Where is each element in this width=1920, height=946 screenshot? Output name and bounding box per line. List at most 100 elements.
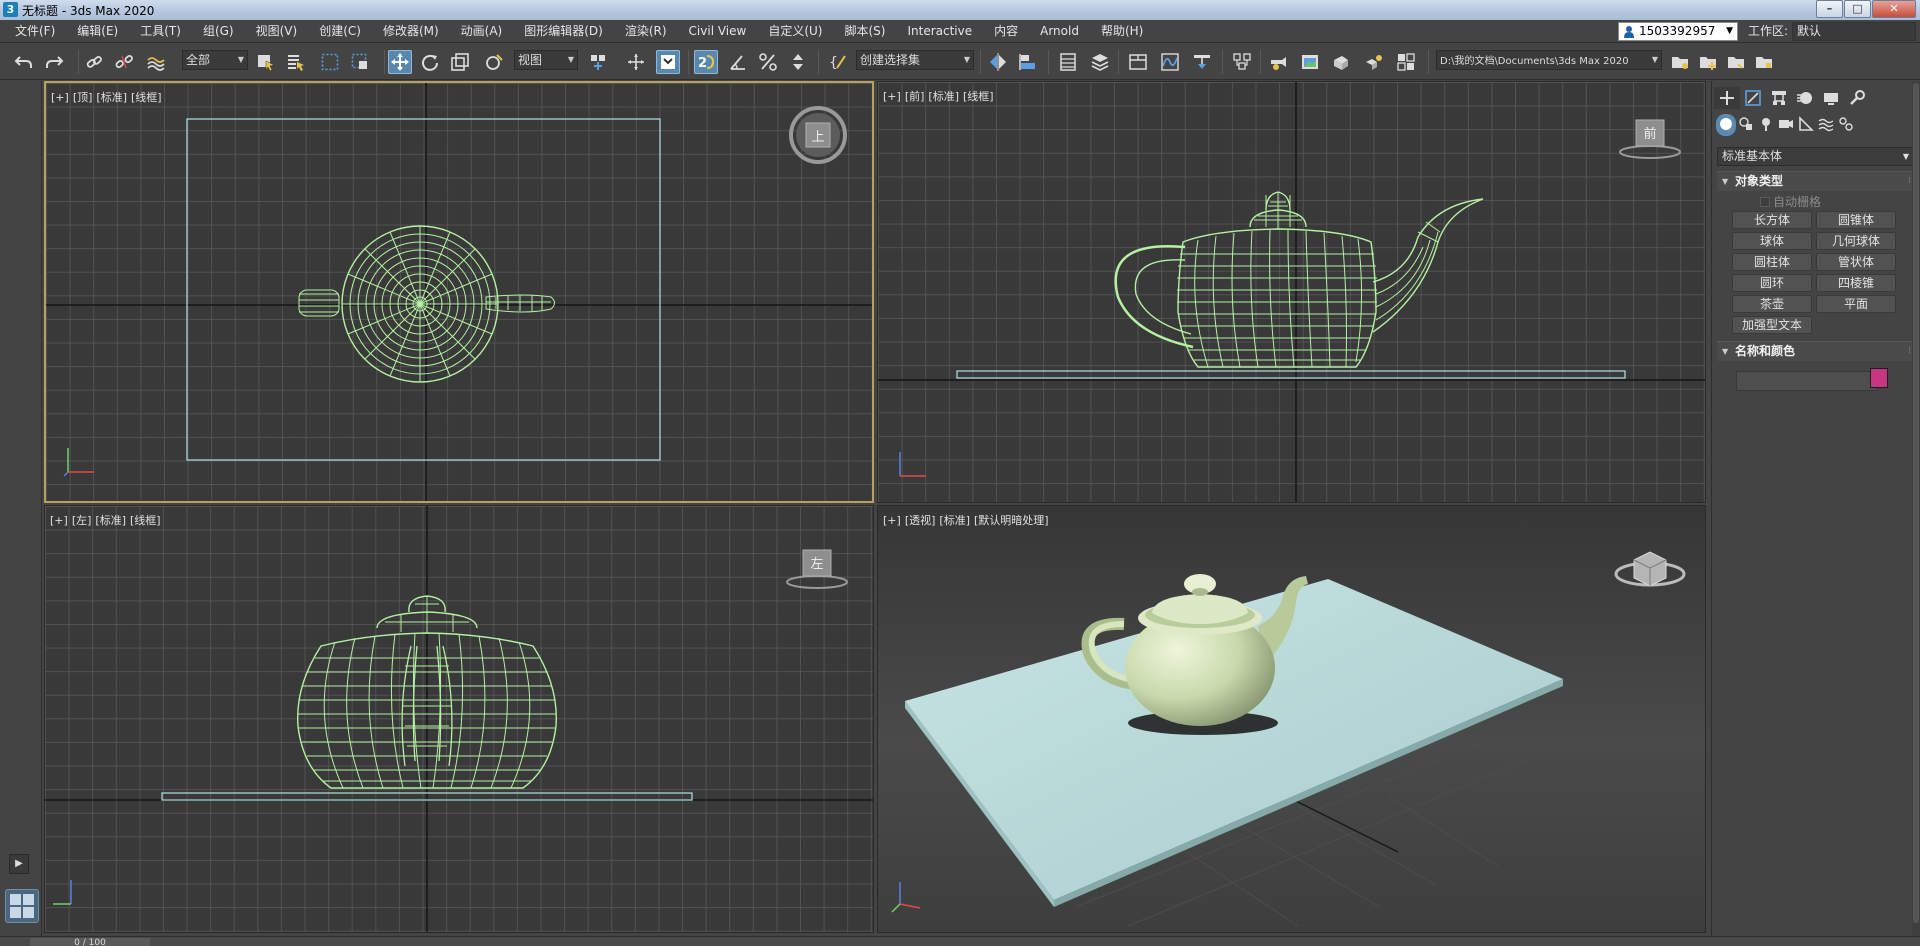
subtab-systems[interactable] <box>1836 114 1856 136</box>
menu-interactive[interactable]: Interactive <box>896 20 983 43</box>
viewcube-perspective[interactable] <box>1614 551 1686 587</box>
viewport-front[interactable]: [+] [前] [标准] [线框] 前 <box>877 81 1706 503</box>
select-object-button[interactable] <box>254 50 278 74</box>
menu-content[interactable]: 内容 <box>983 20 1029 43</box>
select-by-name-button[interactable] <box>284 50 308 74</box>
viewport-layout-button[interactable] <box>5 889 39 923</box>
project-folder-dropdown[interactable]: D:\我的文档\Documents\3ds Max 2020 ▼ <box>1436 50 1662 70</box>
scrollbar-thumb[interactable] <box>1913 83 1919 923</box>
viewcube-left[interactable]: 左 <box>786 549 848 589</box>
rectangular-selection-button[interactable] <box>318 50 342 74</box>
subtab-cameras[interactable] <box>1776 114 1796 136</box>
viewcube-top[interactable]: 上 <box>789 106 847 164</box>
close-button[interactable]: ✕ <box>1872 0 1916 18</box>
create-tube-button[interactable]: 管状体 <box>1816 253 1896 271</box>
object-type-rollout-header[interactable]: ▼ 对象类型 ⁞ <box>1717 171 1915 191</box>
tab-create[interactable] <box>1714 87 1740 109</box>
viewport-shading-quality-label[interactable]: [标准] <box>95 514 126 527</box>
menu-group[interactable]: 组(G) <box>192 20 245 43</box>
viewport-shading-label[interactable]: [线框] <box>131 91 162 104</box>
menu-create[interactable]: 创建(C) <box>308 20 372 43</box>
viewport-pov-label[interactable]: [左] <box>72 514 92 527</box>
menu-modifiers[interactable]: 修改器(M) <box>372 20 450 43</box>
menu-tools[interactable]: 工具(T) <box>129 20 192 43</box>
tab-utilities[interactable] <box>1844 87 1870 109</box>
time-slider[interactable]: 0 / 100 <box>30 938 150 946</box>
project-settings-button[interactable] <box>1752 50 1776 74</box>
menu-customize[interactable]: 自定义(U) <box>757 20 833 43</box>
tab-display[interactable] <box>1818 87 1844 109</box>
percent-snap-button[interactable] <box>756 50 780 74</box>
project-open-button[interactable] <box>1724 50 1748 74</box>
select-and-rotate-button[interactable] <box>418 50 442 74</box>
create-text-plus-button[interactable]: 加强型文本 <box>1732 316 1812 334</box>
angle-snap-button[interactable] <box>726 50 750 74</box>
snaps-toggle-button[interactable]: 2 <box>694 50 718 74</box>
tab-motion[interactable] <box>1792 87 1818 109</box>
named-selection-dropdown[interactable]: 创建选择集 ▼ <box>856 50 974 70</box>
maximize-button[interactable]: □ <box>1844 0 1871 18</box>
viewport-pov-label[interactable]: [透视] <box>905 514 936 527</box>
create-sphere-button[interactable]: 球体 <box>1732 232 1812 250</box>
select-and-scale-button[interactable] <box>448 50 472 74</box>
window-crossing-button[interactable] <box>348 50 372 74</box>
expand-layouts-button[interactable]: ▶ <box>9 854 29 874</box>
create-box-button[interactable]: 长方体 <box>1732 211 1812 229</box>
viewport-shading-quality-label[interactable]: [标准] <box>96 91 127 104</box>
menu-rendering[interactable]: 渲染(R) <box>614 20 678 43</box>
spinner-snap-button[interactable] <box>786 50 810 74</box>
mirror-button[interactable] <box>986 50 1010 74</box>
create-cylinder-button[interactable]: 圆柱体 <box>1732 253 1812 271</box>
toggle-ribbon-button[interactable] <box>1126 50 1150 74</box>
material-editor-button[interactable] <box>1230 50 1254 74</box>
viewport-shading-quality-label[interactable]: [标准] <box>939 514 970 527</box>
pivot-center-button[interactable] <box>586 50 610 74</box>
viewport-pov-label[interactable]: [前] <box>905 90 925 103</box>
viewport-shading-quality-label[interactable]: [标准] <box>928 90 959 103</box>
render-production-button[interactable] <box>1330 50 1354 74</box>
rendered-frame-window-button[interactable] <box>1298 50 1322 74</box>
select-manipulate-button[interactable] <box>624 50 648 74</box>
undo-button[interactable] <box>12 50 36 74</box>
tab-modify[interactable] <box>1740 87 1766 109</box>
menu-graph-editors[interactable]: 图形编辑器(D) <box>513 20 614 43</box>
keyboard-shortcut-override-button[interactable] <box>656 50 680 74</box>
schematic-view-button[interactable] <box>1190 50 1214 74</box>
create-pyramid-button[interactable]: 四棱锥 <box>1816 274 1896 292</box>
viewport-shading-label[interactable]: [线框] <box>963 90 994 103</box>
user-account-dropdown[interactable]: 1503392957 ▼ <box>1618 22 1738 41</box>
selection-filter-dropdown[interactable]: 全部 ▼ <box>182 50 248 70</box>
render-setup-button[interactable] <box>1266 50 1290 74</box>
edit-named-selection-button[interactable]: { <box>826 50 850 74</box>
viewcube-front[interactable]: 前 <box>1619 119 1681 159</box>
subtab-helpers[interactable] <box>1796 114 1816 136</box>
viewport-shading-label[interactable]: [默认明暗处理] <box>974 514 1049 527</box>
create-geosphere-button[interactable]: 几何球体 <box>1816 232 1896 250</box>
menu-scripting[interactable]: 脚本(S) <box>833 20 896 43</box>
bind-to-spacewarp-button[interactable] <box>144 50 168 74</box>
menu-views[interactable]: 视图(V) <box>245 20 309 43</box>
create-cone-button[interactable]: 圆锥体 <box>1816 211 1896 229</box>
viewport-menu-plus[interactable]: [+] <box>50 514 68 527</box>
viewport-menu-plus[interactable]: [+] <box>883 90 901 103</box>
create-teapot-button[interactable]: 茶壶 <box>1732 295 1812 313</box>
curve-editor-button[interactable] <box>1158 50 1182 74</box>
viewport-top[interactable]: [+] [顶] [标准] [线框] 上 <box>44 81 874 503</box>
tab-hierarchy[interactable] <box>1766 87 1792 109</box>
project-new-button[interactable] <box>1696 50 1720 74</box>
workspace-dropdown[interactable]: 默认 <box>1792 22 1916 41</box>
redo-button[interactable] <box>42 50 66 74</box>
subtab-lights[interactable] <box>1756 114 1776 136</box>
menu-help[interactable]: 帮助(H) <box>1090 20 1154 43</box>
layer-explorer-button[interactable] <box>1088 50 1112 74</box>
menu-edit[interactable]: 编辑(E) <box>66 20 129 43</box>
viewport-shading-label[interactable]: [线框] <box>130 514 161 527</box>
viewport-perspective[interactable]: [+] [透视] [标准] [默认明暗处理] <box>877 505 1706 933</box>
unlink-selection-button[interactable] <box>112 50 136 74</box>
select-and-place-button[interactable] <box>482 50 506 74</box>
select-and-move-button[interactable] <box>388 50 412 74</box>
scene-explorer-button[interactable] <box>1056 50 1080 74</box>
object-category-dropdown[interactable]: 标准基本体 ▼ <box>1717 147 1915 166</box>
autogrid-checkbox[interactable]: 自动栅格 <box>1760 193 1821 210</box>
viewport-pov-label[interactable]: [顶] <box>73 91 93 104</box>
